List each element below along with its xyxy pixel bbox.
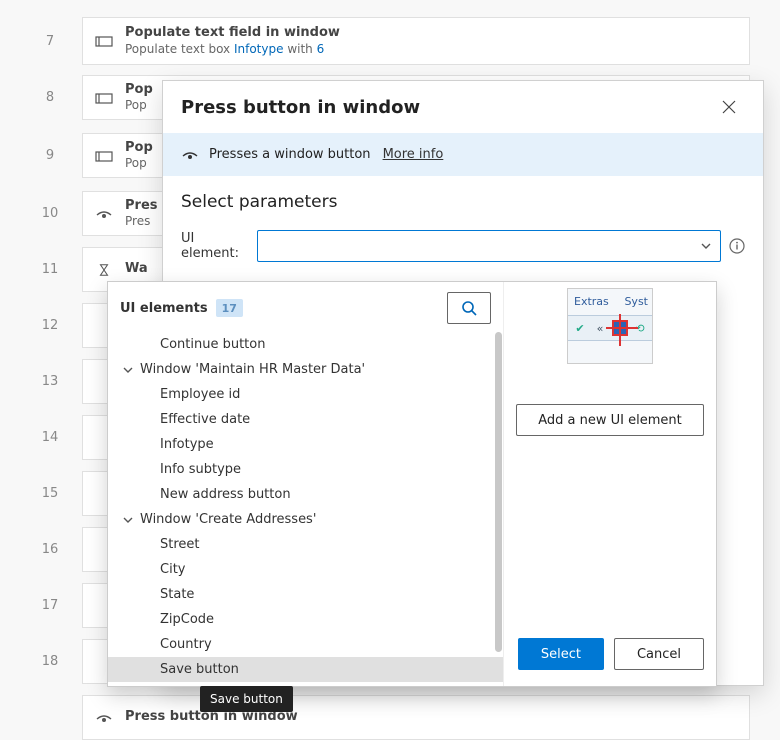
add-ui-element-button[interactable]: Add a new UI element bbox=[516, 404, 704, 436]
info-text: Presses a window button bbox=[209, 147, 371, 162]
dropdown-preview-pane: Extras Syst ✔ « ⟲ Add a new UI element S… bbox=[504, 282, 716, 686]
press-icon bbox=[181, 148, 199, 162]
parameters-heading: Select parameters bbox=[181, 192, 745, 212]
list-item[interactable]: Continue button bbox=[108, 332, 503, 357]
list-item[interactable]: Info subtype bbox=[108, 457, 503, 482]
select-button[interactable]: Select bbox=[518, 638, 604, 670]
list-item[interactable]: Employee id bbox=[108, 382, 503, 407]
close-icon bbox=[722, 100, 736, 114]
list-item[interactable]: Effective date bbox=[108, 407, 503, 432]
list-item[interactable]: ZipCode bbox=[108, 607, 503, 632]
list-item-selected[interactable]: Save button bbox=[108, 657, 503, 682]
count-badge: 17 bbox=[216, 299, 243, 317]
dropdown-list: Continue button Window 'Maintain HR Mast… bbox=[108, 332, 503, 686]
dialog-header: Press button in window bbox=[163, 81, 763, 133]
ui-element-row: UI element: bbox=[181, 230, 745, 262]
hourglass-icon bbox=[95, 263, 113, 277]
flow-step[interactable]: Press button in window bbox=[82, 695, 750, 740]
list-item[interactable]: City bbox=[108, 557, 503, 582]
ui-element-select[interactable] bbox=[257, 230, 721, 262]
info-bar: Presses a window button More info bbox=[163, 133, 763, 176]
step-number: 7 bbox=[40, 34, 60, 49]
tooltip: Save button bbox=[200, 686, 293, 712]
more-info-link[interactable]: More info bbox=[383, 147, 444, 162]
preview-label: Extras bbox=[574, 295, 609, 308]
chevron-down-icon bbox=[122, 514, 134, 526]
ui-element-label: UI element: bbox=[181, 231, 249, 261]
textbox-icon bbox=[95, 34, 113, 48]
press-icon bbox=[95, 207, 113, 221]
info-icon[interactable] bbox=[729, 238, 745, 254]
search-button[interactable] bbox=[447, 292, 491, 324]
scrollbar[interactable] bbox=[495, 332, 502, 652]
list-item[interactable]: Infotype bbox=[108, 432, 503, 457]
chevron-down-icon bbox=[122, 364, 134, 376]
step-number: 10 bbox=[40, 206, 60, 221]
list-group[interactable]: Window 'Maintain HR Master Data' bbox=[108, 357, 503, 382]
flow-step[interactable]: Populate text field in window Populate t… bbox=[82, 17, 750, 65]
textbox-icon bbox=[95, 91, 113, 105]
list-group[interactable]: Window 'Create Addresses' bbox=[108, 507, 503, 532]
press-icon bbox=[95, 711, 113, 725]
step-number: 8 bbox=[40, 90, 60, 105]
check-icon: ✔ bbox=[572, 320, 588, 336]
step-subtitle: Populate text box Infotype with 6 bbox=[125, 42, 340, 57]
preview-label: Syst bbox=[624, 295, 648, 308]
textbox-icon bbox=[95, 149, 113, 163]
step-number: 9 bbox=[40, 148, 60, 163]
list-item[interactable]: Street bbox=[108, 532, 503, 557]
close-button[interactable] bbox=[713, 91, 745, 123]
search-icon bbox=[461, 300, 477, 316]
step-title: Populate text field in window bbox=[125, 25, 340, 41]
action-dialog: Press button in window Presses a window … bbox=[162, 80, 764, 686]
list-item[interactable]: Country bbox=[108, 632, 503, 657]
dropdown-header: UI elements 17 bbox=[108, 282, 503, 332]
dropdown-header-label: UI elements bbox=[120, 301, 208, 316]
parameters-section: Select parameters UI element: bbox=[163, 176, 763, 272]
dropdown-list-pane: UI elements 17 Continue button Window 'M… bbox=[108, 282, 504, 686]
cancel-button[interactable]: Cancel bbox=[614, 638, 704, 670]
list-item[interactable]: New address button bbox=[108, 482, 503, 507]
dropdown-footer: Select Cancel bbox=[516, 638, 704, 670]
list-item[interactable]: State bbox=[108, 582, 503, 607]
save-icon-highlighted bbox=[612, 320, 628, 336]
ui-element-dropdown: UI elements 17 Continue button Window 'M… bbox=[107, 281, 717, 687]
step-number: 11 bbox=[40, 262, 60, 277]
dialog-title: Press button in window bbox=[181, 97, 713, 118]
preview-thumbnail: Extras Syst ✔ « ⟲ bbox=[567, 288, 653, 364]
step-texts: Populate text field in window Populate t… bbox=[125, 25, 340, 56]
chevron-down-icon bbox=[700, 237, 712, 256]
